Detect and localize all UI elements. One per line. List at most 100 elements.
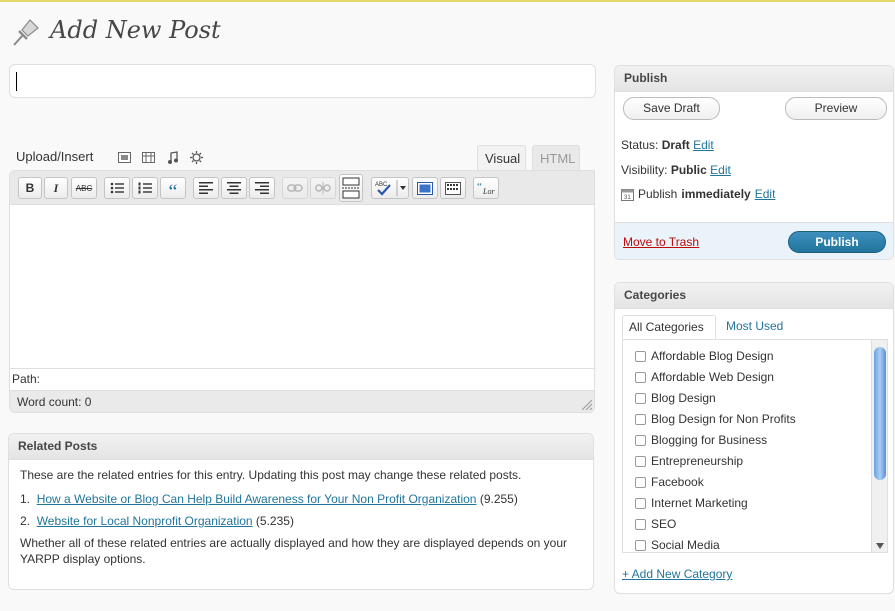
- status-label: Status:: [621, 138, 659, 152]
- related-post-link[interactable]: How a Website or Blog Can Help Build Awa…: [37, 492, 477, 506]
- page-title: Add New Post: [50, 16, 221, 44]
- top-accent-line: [0, 0, 895, 2]
- visibility-label: Visibility:: [621, 163, 668, 177]
- category-checkbox[interactable]: [635, 455, 646, 467]
- editor-toolbar: B I ABC “ ABC “Lor: [10, 171, 594, 205]
- edit-visibility-link[interactable]: Edit: [710, 163, 731, 177]
- bold-button[interactable]: B: [18, 177, 42, 199]
- publish-title: Publish: [615, 66, 893, 92]
- category-label: Blog Design for Non Profits: [651, 412, 796, 426]
- italic-button[interactable]: I: [44, 177, 68, 199]
- category-checkbox[interactable]: [635, 476, 646, 488]
- edit-status-link[interactable]: Edit: [693, 138, 714, 152]
- kitchen-sink-icon: [445, 181, 461, 195]
- list-item[interactable]: Affordable Web Design: [635, 370, 774, 384]
- svg-text:“: “: [477, 181, 482, 193]
- edit-schedule-link[interactable]: Edit: [755, 187, 776, 201]
- publish-button[interactable]: Publish: [788, 231, 886, 253]
- category-checkbox[interactable]: [635, 434, 646, 446]
- category-checkbox[interactable]: [635, 371, 646, 383]
- related-post-score: (9.255): [479, 492, 518, 506]
- category-label: Blogging for Business: [651, 433, 768, 447]
- list-item[interactable]: Social Media: [635, 538, 720, 552]
- tab-all-categories[interactable]: All Categories: [622, 315, 716, 339]
- insert-more-button[interactable]: [339, 174, 363, 202]
- fullscreen-icon: [417, 181, 433, 195]
- related-posts-footer: Whether all of these related entries are…: [20, 536, 568, 566]
- bullet-list-icon: [110, 182, 124, 194]
- lorem-ipsum-button[interactable]: “Lor: [473, 177, 499, 199]
- related-posts-list: 1. How a Website or Blog Can Help Build …: [20, 491, 582, 529]
- blockquote-button[interactable]: “: [160, 177, 186, 203]
- list-item-number: 2.: [20, 514, 31, 528]
- list-item: 1. How a Website or Blog Can Help Build …: [20, 491, 582, 507]
- related-posts-title: Related Posts: [9, 434, 593, 460]
- add-video-icon[interactable]: [141, 150, 156, 164]
- category-label: Affordable Web Design: [651, 370, 774, 384]
- tab-visual[interactable]: Visual: [477, 145, 526, 171]
- more-tag-icon: [342, 177, 360, 199]
- align-center-button[interactable]: [221, 177, 247, 199]
- status-value: Draft: [661, 138, 690, 152]
- align-left-button[interactable]: [193, 177, 219, 199]
- category-label: Internet Marketing: [651, 496, 748, 510]
- move-to-trash-link[interactable]: Move to Trash: [623, 235, 699, 249]
- list-item[interactable]: Blogging for Business: [635, 433, 767, 447]
- add-media-icon[interactable]: [189, 150, 204, 164]
- tab-most-used[interactable]: Most Used: [720, 315, 789, 339]
- svg-text:31: 31: [624, 195, 631, 201]
- align-right-icon: [255, 182, 269, 194]
- category-checkbox[interactable]: [635, 539, 646, 551]
- categories-box: Categories All Categories Most Used Affo…: [614, 282, 894, 594]
- bullet-list-button[interactable]: [104, 177, 130, 199]
- kitchen-sink-button[interactable]: [440, 177, 466, 199]
- word-count: Word count: 0: [10, 390, 594, 412]
- numbered-list-button[interactable]: [132, 177, 158, 199]
- insert-link-button[interactable]: [282, 177, 308, 199]
- category-checkbox[interactable]: [635, 350, 646, 362]
- align-left-icon: [199, 182, 213, 194]
- add-audio-icon[interactable]: [165, 150, 180, 164]
- add-image-icon[interactable]: [117, 150, 132, 164]
- list-item[interactable]: Blog Design for Non Profits: [635, 412, 796, 426]
- save-draft-button[interactable]: Save Draft: [623, 97, 720, 120]
- list-item[interactable]: Internet Marketing: [635, 496, 748, 510]
- resize-grip-icon[interactable]: [582, 400, 592, 410]
- publish-box: Publish Save Draft Preview Status: Draft…: [614, 65, 894, 260]
- strikethrough-button[interactable]: ABC: [71, 177, 97, 199]
- numbered-list-icon: [138, 182, 152, 194]
- post-schedule: 31 Publish immediately Edit: [621, 187, 775, 201]
- category-label: Social Media: [651, 538, 720, 552]
- align-right-button[interactable]: [249, 177, 275, 199]
- list-item[interactable]: Blog Design: [635, 391, 716, 405]
- preview-button[interactable]: Preview: [785, 97, 887, 120]
- spellcheck-button[interactable]: ABC: [371, 177, 409, 199]
- post-status: Status: Draft Edit: [621, 138, 714, 152]
- add-new-category-link[interactable]: + Add New Category: [622, 567, 732, 581]
- related-posts-intro: These are the related entries for this e…: [20, 468, 522, 482]
- category-checkbox[interactable]: [635, 518, 646, 530]
- upload-insert-label: Upload/Insert: [16, 149, 94, 164]
- post-title-input[interactable]: [9, 64, 596, 98]
- categories-title: Categories: [615, 283, 893, 309]
- related-post-link[interactable]: Website for Local Nonprofit Organization: [37, 514, 253, 528]
- list-item[interactable]: Entrepreneurship: [635, 454, 743, 468]
- unlink-button[interactable]: [310, 177, 336, 199]
- scroll-down-icon[interactable]: [876, 543, 884, 549]
- category-scrollbar[interactable]: [871, 340, 887, 552]
- text-caret: [16, 72, 17, 91]
- fullscreen-button[interactable]: [412, 177, 438, 199]
- list-item[interactable]: Facebook: [635, 475, 704, 489]
- category-checkbox[interactable]: [635, 497, 646, 509]
- category-label: Affordable Blog Design: [651, 349, 774, 363]
- publish-actions: Move to Trash Publish: [615, 222, 893, 259]
- category-checkbox[interactable]: [635, 392, 646, 404]
- category-label: Facebook: [651, 475, 704, 489]
- list-item[interactable]: SEO: [635, 517, 676, 531]
- tab-html[interactable]: HTML: [532, 145, 580, 171]
- list-item[interactable]: Affordable Blog Design: [635, 349, 774, 363]
- unlink-icon: [315, 182, 331, 194]
- category-checkbox[interactable]: [635, 413, 646, 425]
- scrollbar-thumb[interactable]: [874, 347, 886, 480]
- align-center-icon: [227, 182, 241, 194]
